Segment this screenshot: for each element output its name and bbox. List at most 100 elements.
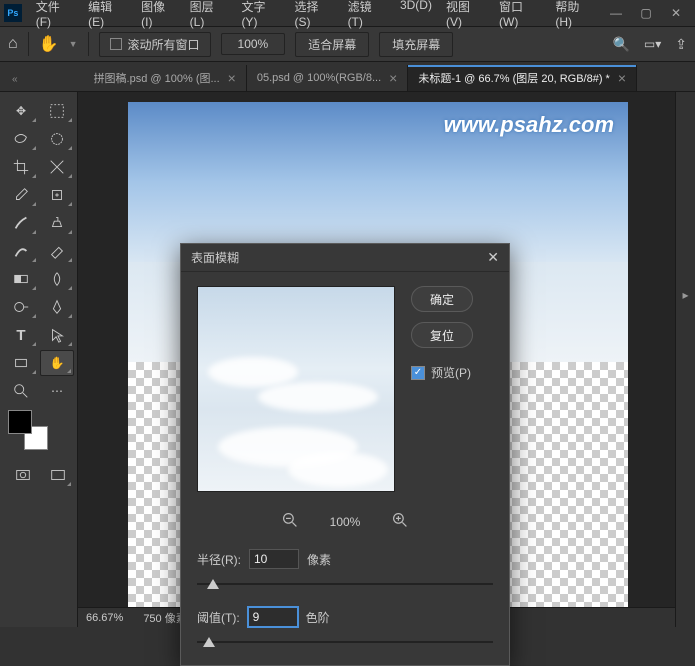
screen-mode-tool[interactable] bbox=[43, 462, 74, 488]
menu-select[interactable]: 选择(S) bbox=[289, 0, 340, 33]
reset-button[interactable]: 复位 bbox=[411, 322, 473, 348]
dialog-close-icon[interactable]: ✕ bbox=[487, 249, 499, 266]
document-tab-3[interactable]: 未标题-1 @ 66.7% (图层 20, RGB/8#) * × bbox=[408, 65, 637, 91]
menu-3d[interactable]: 3D(D) bbox=[394, 0, 438, 33]
menu-image[interactable]: 图像(I) bbox=[135, 0, 182, 33]
zoom-out-icon[interactable] bbox=[282, 512, 298, 531]
menu-type[interactable]: 文字(Y) bbox=[235, 0, 286, 33]
window-controls: — ▢ ✕ bbox=[601, 1, 691, 25]
more-tools[interactable]: ⋯ bbox=[40, 378, 74, 404]
maximize-button[interactable]: ▢ bbox=[631, 1, 661, 25]
threshold-slider[interactable] bbox=[197, 635, 493, 649]
fill-screen-button[interactable]: 填充屏幕 bbox=[379, 32, 453, 57]
document-tab-1[interactable]: 拼图稿.psd @ 100% (图... × bbox=[84, 65, 247, 91]
zoom-level-button[interactable]: 100% bbox=[221, 33, 286, 55]
zoom-in-icon[interactable] bbox=[392, 512, 408, 531]
threshold-row: 阈值(T): 色阶 bbox=[181, 601, 509, 633]
ok-button[interactable]: 确定 bbox=[411, 286, 473, 312]
dodge-tool[interactable] bbox=[4, 294, 38, 320]
marquee-tool[interactable] bbox=[40, 98, 74, 124]
preview-checkbox[interactable]: ✓ 预览(P) bbox=[411, 364, 471, 381]
slice-tool[interactable] bbox=[40, 154, 74, 180]
tab-label: 拼图稿.psd @ 100% (图... bbox=[94, 70, 220, 86]
close-window-button[interactable]: ✕ bbox=[661, 1, 691, 25]
eyedropper-tool[interactable] bbox=[4, 182, 38, 208]
threshold-input[interactable] bbox=[248, 607, 298, 627]
minimize-button[interactable]: — bbox=[601, 1, 631, 25]
tab-close-icon[interactable]: × bbox=[389, 70, 397, 86]
eraser-tool[interactable] bbox=[40, 238, 74, 264]
gradient-tool[interactable] bbox=[4, 266, 38, 292]
title-bar: Ps 文件(F) 编辑(E) 图像(I) 图层(L) 文字(Y) 选择(S) 滤… bbox=[0, 0, 695, 26]
lasso-tool[interactable] bbox=[4, 126, 38, 152]
document-tabs: « 拼图稿.psd @ 100% (图... × 05.psd @ 100%(R… bbox=[0, 62, 695, 92]
document-tab-2[interactable]: 05.psd @ 100%(RGB/8... × bbox=[247, 65, 408, 91]
menu-layer[interactable]: 图层(L) bbox=[184, 0, 234, 33]
main-menu: 文件(F) 编辑(E) 图像(I) 图层(L) 文字(Y) 选择(S) 滤镜(T… bbox=[30, 0, 601, 33]
preview-thumbnail[interactable] bbox=[197, 286, 395, 492]
hand-tool-icon[interactable]: ✋ bbox=[39, 34, 59, 54]
preview-zoom-controls: 100% bbox=[181, 506, 509, 543]
home-icon[interactable]: ⌂ bbox=[8, 35, 18, 53]
healing-brush-tool[interactable] bbox=[40, 182, 74, 208]
right-panel-collapsed: ▸ bbox=[675, 92, 695, 627]
radius-slider[interactable] bbox=[197, 577, 493, 591]
zoom-tool[interactable] bbox=[4, 378, 38, 404]
collapse-panels-icon[interactable]: « bbox=[12, 74, 24, 91]
menu-edit[interactable]: 编辑(E) bbox=[82, 0, 133, 33]
foreground-color-swatch[interactable] bbox=[8, 410, 32, 434]
preview-label: 预览(P) bbox=[431, 364, 471, 381]
workspace-icon[interactable]: ▭▾ bbox=[644, 37, 661, 51]
move-tool[interactable]: ✥ bbox=[4, 98, 38, 124]
divider bbox=[88, 32, 89, 56]
surface-blur-dialog: 表面模糊 ✕ 确定 复位 ✓ 预览(P) 100% 半径(R): 像素 bbox=[180, 243, 510, 666]
type-tool[interactable]: T bbox=[4, 322, 38, 348]
search-icon[interactable]: 🔍 bbox=[612, 36, 629, 53]
tab-close-icon[interactable]: × bbox=[618, 70, 626, 86]
clone-stamp-tool[interactable] bbox=[40, 210, 74, 236]
status-zoom[interactable]: 66.67% bbox=[86, 612, 123, 624]
menu-window[interactable]: 窗口(W) bbox=[493, 0, 547, 33]
menu-file[interactable]: 文件(F) bbox=[30, 0, 80, 33]
brush-tool[interactable] bbox=[4, 210, 38, 236]
radius-row: 半径(R): 像素 bbox=[181, 543, 509, 575]
tab-close-icon[interactable]: × bbox=[228, 70, 236, 86]
canvas-sky-region: www.psahz.com bbox=[128, 102, 628, 262]
menu-filter[interactable]: 滤镜(T) bbox=[342, 0, 392, 33]
history-brush-tool[interactable] bbox=[4, 238, 38, 264]
rectangle-tool[interactable] bbox=[4, 350, 38, 376]
slider-thumb-icon[interactable] bbox=[203, 637, 215, 647]
quick-select-tool[interactable] bbox=[40, 126, 74, 152]
radius-unit: 像素 bbox=[307, 551, 331, 568]
share-icon[interactable]: ⇪ bbox=[675, 36, 687, 53]
hand-tool[interactable]: ✋ bbox=[40, 350, 74, 376]
threshold-unit: 色阶 bbox=[306, 609, 330, 626]
crop-tool[interactable] bbox=[4, 154, 38, 180]
tools-panel: ✥ T ✋ ⋯ bbox=[0, 92, 78, 627]
pen-tool[interactable] bbox=[40, 294, 74, 320]
scroll-all-windows-checkbox[interactable]: 滚动所有窗口 bbox=[99, 32, 211, 57]
checkbox-checked-icon: ✓ bbox=[411, 366, 425, 380]
radius-input[interactable] bbox=[249, 549, 299, 569]
dialog-titlebar[interactable]: 表面模糊 ✕ bbox=[181, 244, 509, 272]
threshold-label: 阈值(T): bbox=[197, 609, 240, 626]
divider bbox=[28, 32, 29, 56]
radius-label: 半径(R): bbox=[197, 551, 241, 568]
slider-thumb-icon[interactable] bbox=[207, 579, 219, 589]
preview-zoom-label: 100% bbox=[330, 515, 361, 529]
watermark-text: www.psahz.com bbox=[444, 112, 614, 138]
checkbox-icon bbox=[110, 38, 122, 50]
expand-panel-icon[interactable]: ▸ bbox=[676, 282, 695, 308]
tab-label: 05.psd @ 100%(RGB/8... bbox=[257, 72, 381, 84]
tab-label: 未标题-1 @ 66.7% (图层 20, RGB/8#) * bbox=[418, 70, 610, 86]
quick-mask-tool[interactable] bbox=[8, 462, 39, 488]
menu-help[interactable]: 帮助(H) bbox=[549, 0, 601, 33]
dialog-title: 表面模糊 bbox=[191, 249, 239, 266]
blur-tool[interactable] bbox=[40, 266, 74, 292]
dropdown-icon[interactable]: ▼ bbox=[69, 39, 78, 49]
path-select-tool[interactable] bbox=[40, 322, 74, 348]
color-swatches[interactable] bbox=[8, 410, 48, 450]
menu-view[interactable]: 视图(V) bbox=[440, 0, 491, 33]
fit-screen-button[interactable]: 适合屏幕 bbox=[295, 32, 369, 57]
scroll-all-label: 滚动所有窗口 bbox=[128, 36, 200, 53]
